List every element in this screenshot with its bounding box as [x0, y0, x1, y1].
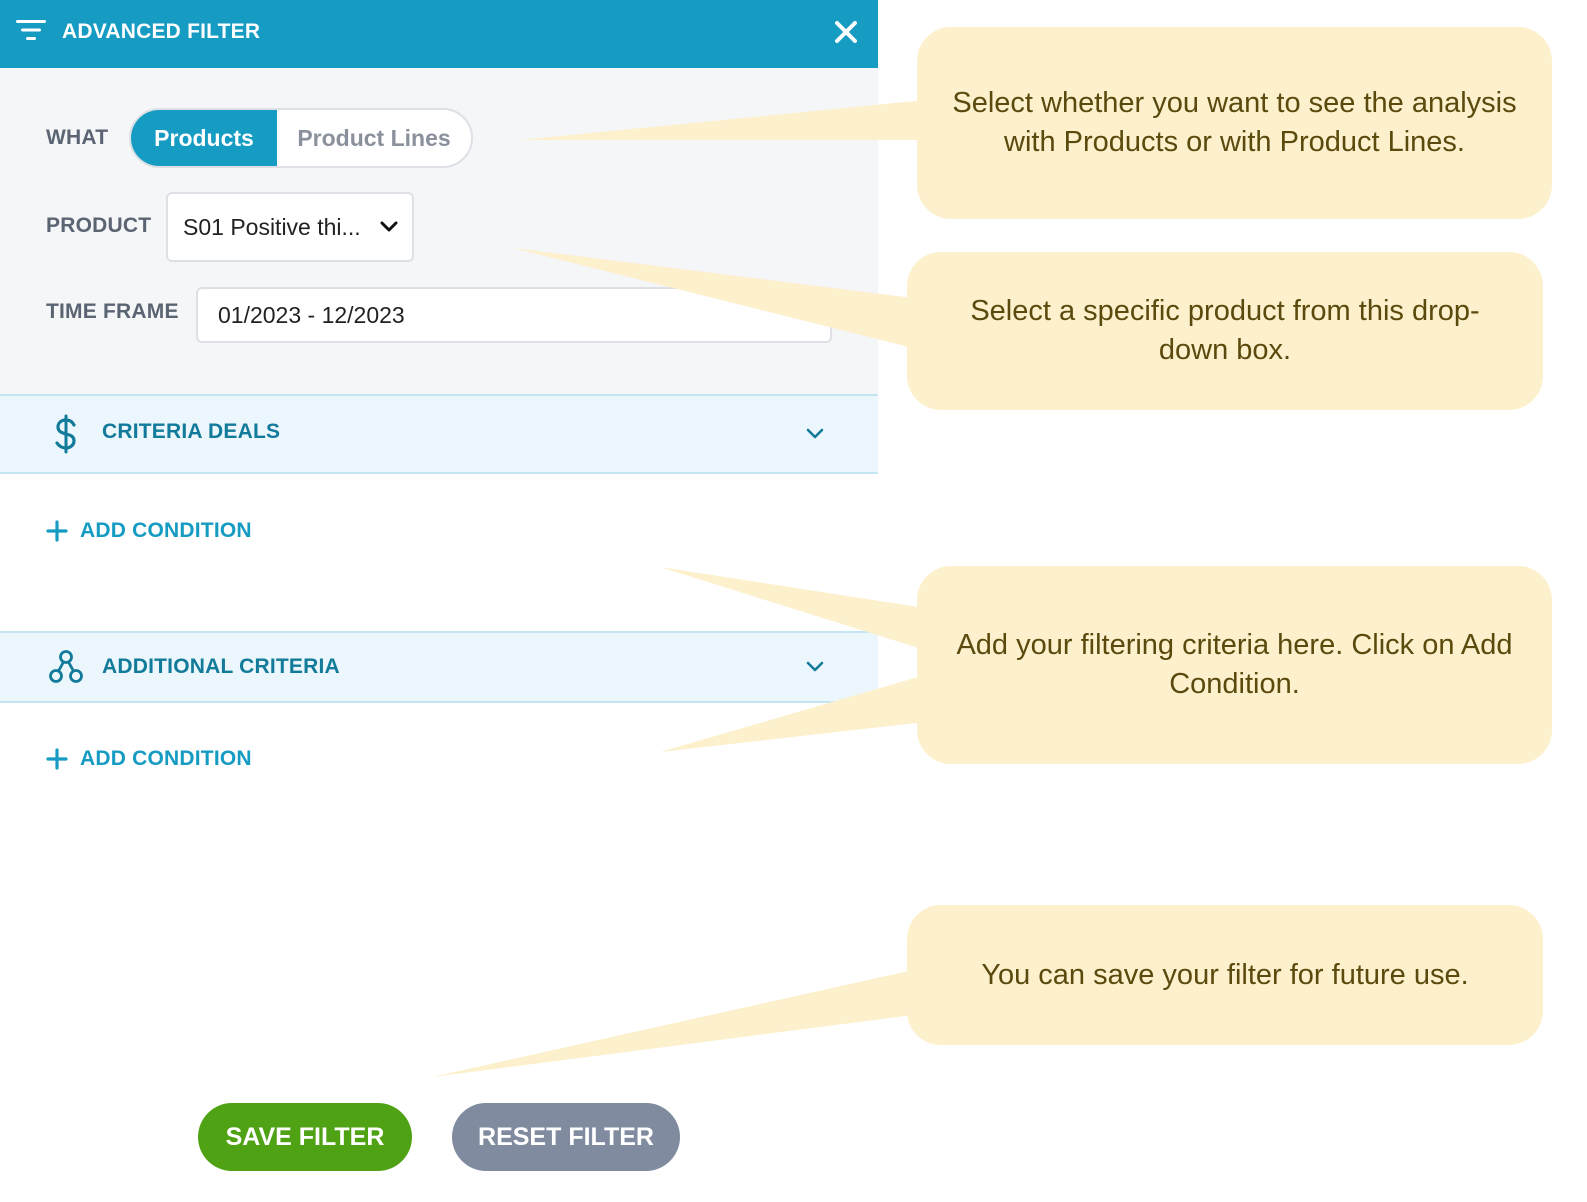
- criteria-deals-section[interactable]: CRITERIA DEALS: [0, 394, 878, 474]
- add-condition-deals[interactable]: ADD CONDITION: [46, 519, 252, 543]
- plus-icon: [46, 520, 68, 542]
- add-condition-additional[interactable]: ADD CONDITION: [46, 747, 252, 771]
- product-dropdown[interactable]: S01 Positive thi...: [166, 192, 414, 262]
- chevron-down-icon: [380, 221, 398, 232]
- product-label: PRODUCT: [46, 214, 152, 237]
- plus-icon: [46, 748, 68, 770]
- network-icon: [49, 650, 83, 683]
- product-dropdown-value: S01 Positive thi...: [183, 213, 361, 240]
- callout-save: You can save your filter for future use.: [907, 905, 1543, 1045]
- callout-what: Select whether you want to see the analy…: [917, 27, 1552, 219]
- filter-lines-icon[interactable]: [16, 18, 46, 42]
- additional-criteria-section[interactable]: ADDITIONAL CRITERIA: [0, 631, 878, 703]
- criteria-deals-title: CRITERIA DEALS: [102, 420, 281, 443]
- timeframe-input[interactable]: 01/2023 - 12/2023: [196, 287, 832, 343]
- callout-add-condition: Add your filtering criteria here. Click …: [917, 566, 1552, 764]
- timeframe-value: 01/2023 - 12/2023: [218, 301, 405, 328]
- panel-header: ADVANCED FILTER: [0, 0, 878, 68]
- panel-title: ADVANCED FILTER: [62, 20, 261, 43]
- callout-product-text: Select a specific product from this drop…: [970, 295, 1480, 366]
- callout-save-text: You can save your filter for future use.: [981, 958, 1469, 991]
- what-toggle: Products Product Lines: [129, 108, 473, 168]
- add-condition-label: ADD CONDITION: [80, 519, 252, 542]
- callout-what-text: Select whether you want to see the analy…: [952, 87, 1517, 158]
- chevron-down-icon[interactable]: [806, 661, 824, 673]
- reset-filter-button[interactable]: RESET FILTER: [452, 1103, 680, 1171]
- what-label: WHAT: [46, 126, 109, 149]
- add-condition-label: ADD CONDITION: [80, 747, 252, 770]
- chevron-down-icon[interactable]: [806, 428, 824, 440]
- callout-add-condition-text: Add your filtering criteria here. Click …: [956, 629, 1513, 700]
- additional-criteria-title: ADDITIONAL CRITERIA: [102, 655, 340, 678]
- timeframe-label: TIME FRAME: [46, 300, 179, 323]
- toggle-products[interactable]: Products: [131, 110, 277, 166]
- toggle-product-lines[interactable]: Product Lines: [277, 110, 471, 166]
- advanced-filter-panel: ADVANCED FILTER WHAT Products Product Li…: [0, 0, 878, 1202]
- close-icon[interactable]: [832, 18, 860, 46]
- callout-product: Select a specific product from this drop…: [907, 252, 1543, 410]
- dollar-icon: [55, 414, 76, 454]
- save-filter-button[interactable]: SAVE FILTER: [198, 1103, 412, 1171]
